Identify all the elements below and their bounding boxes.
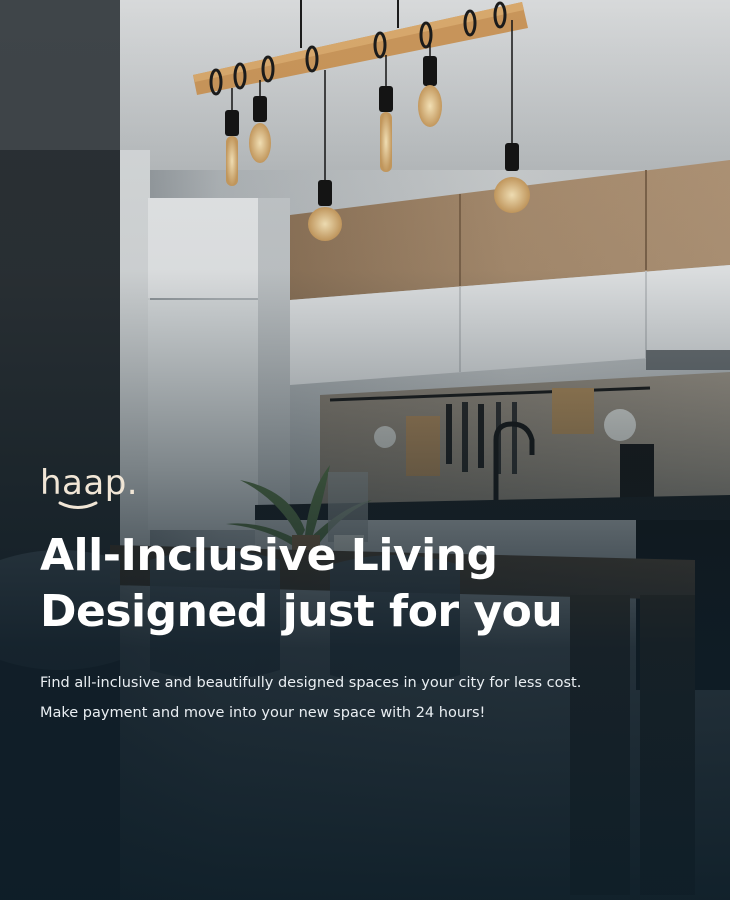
hero-content: haap. All-Inclusive Living Designed just… <box>40 462 700 728</box>
smile-curve-icon <box>58 501 98 509</box>
hero-description: Find all-inclusive and beautifully desig… <box>40 668 700 728</box>
description-line-2: Make payment and move into your new spac… <box>40 705 486 721</box>
headline-line-2: Designed just for you <box>40 586 563 637</box>
hero-headline: All-Inclusive Living Designed just for y… <box>40 528 700 640</box>
description-line-1: Find all-inclusive and beautifully desig… <box>40 675 582 691</box>
logo-wordmark: haap. <box>40 463 138 503</box>
headline-line-1: All-Inclusive Living <box>40 530 498 581</box>
hero-section: haap. All-Inclusive Living Designed just… <box>0 0 730 900</box>
haap-logo: haap. <box>40 463 138 509</box>
brand-logo[interactable]: haap. <box>40 462 700 510</box>
dark-gradient-overlay <box>0 0 730 900</box>
